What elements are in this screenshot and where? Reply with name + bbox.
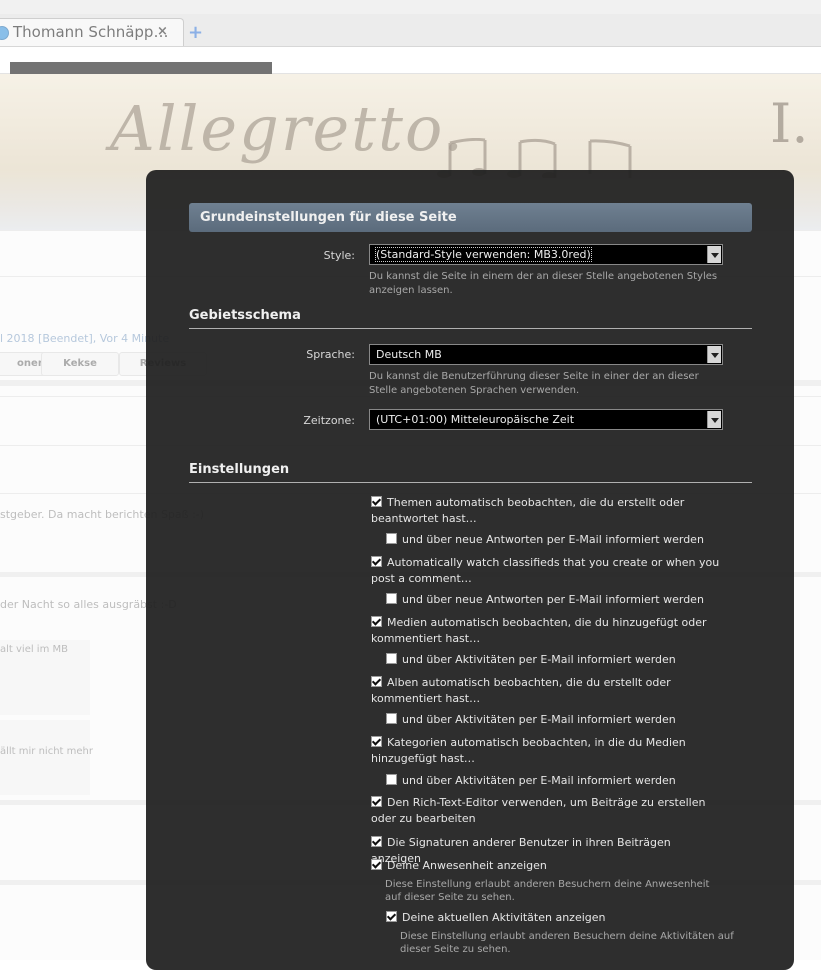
checkbox[interactable] (371, 496, 382, 507)
timezone-label: Zeitzone: (303, 414, 355, 427)
section-header-settings: Einstellungen (189, 462, 752, 483)
section-header-basic: Grundeinstellungen für diese Seite (189, 203, 752, 232)
option-categories-email[interactable]: und über Aktivitäten per E-Mail informie… (386, 773, 736, 789)
section-header-locale: Gebietsschema (189, 308, 752, 329)
checkbox[interactable] (371, 736, 382, 747)
chevron-down-icon (707, 346, 721, 363)
option-show-presence[interactable]: Deine Anwesenheit anzeigen (371, 858, 721, 874)
checkbox[interactable] (386, 713, 397, 724)
activity-description: Diese Einstellung erlaubt anderen Besuch… (400, 931, 734, 955)
checkbox[interactable] (371, 796, 382, 807)
option-show-activity[interactable]: Deine aktuellen Aktivitäten anzeigen (386, 910, 736, 926)
checkbox[interactable] (371, 676, 382, 687)
chevron-down-icon (707, 411, 721, 428)
option-watch-threads[interactable]: Themen automatisch beobachten, die du er… (371, 495, 721, 527)
preferences-dialog: Grundeinstellungen für diese Seite Style… (146, 170, 794, 970)
option-classifieds-email[interactable]: und über neue Antworten per E-Mail infor… (386, 592, 736, 608)
checkbox[interactable] (371, 556, 382, 567)
option-watch-media[interactable]: Medien automatisch beobachten, die du hi… (371, 615, 721, 647)
presence-description: Diese Einstellung erlaubt anderen Besuch… (385, 879, 710, 903)
chevron-down-icon (707, 246, 721, 263)
style-description: Du kannst die Seite in einem der an dies… (369, 271, 718, 296)
option-albums-email[interactable]: und über Aktivitäten per E-Mail informie… (386, 712, 736, 728)
option-watch-classifieds[interactable]: Automatically watch classifieds that you… (371, 555, 721, 587)
option-threads-email[interactable]: und über neue Antworten per E-Mail infor… (386, 532, 736, 548)
checkbox[interactable] (371, 836, 382, 847)
language-select[interactable]: Deutsch MB (369, 344, 723, 365)
language-description: Du kannst die Benutzerführung dieser Sei… (369, 371, 699, 396)
option-watch-categories[interactable]: Kategorien automatisch beobachten, in di… (371, 735, 721, 767)
timezone-select[interactable]: (UTC+01:00) Mitteleuropäische Zeit (369, 409, 723, 430)
option-media-email[interactable]: und über Aktivitäten per E-Mail informie… (386, 652, 736, 668)
option-rich-text-editor[interactable]: Den Rich-Text-Editor verwenden, um Beitr… (371, 795, 721, 827)
checkbox[interactable] (371, 616, 382, 627)
option-watch-albums[interactable]: Alben automatisch beobachten, die du ers… (371, 675, 721, 707)
checkbox[interactable] (371, 859, 382, 870)
checkbox[interactable] (386, 774, 397, 785)
checkbox[interactable] (386, 593, 397, 604)
style-label: Style: (323, 249, 355, 262)
language-label: Sprache: (306, 348, 355, 361)
checkbox[interactable] (386, 653, 397, 664)
checkbox[interactable] (386, 533, 397, 544)
checkbox[interactable] (386, 911, 397, 922)
style-select[interactable]: (Standard-Style verwenden: MB3.0red) (369, 244, 723, 265)
